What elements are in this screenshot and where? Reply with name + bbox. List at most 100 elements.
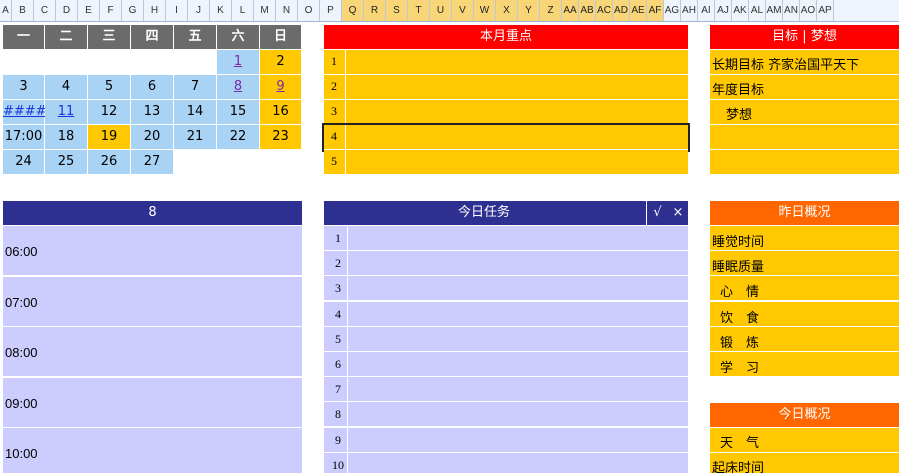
column-header-d[interactable]: D <box>56 0 78 21</box>
column-header-q[interactable]: Q <box>342 0 364 21</box>
column-header-t[interactable]: T <box>408 0 430 21</box>
column-header-ag[interactable]: AG <box>664 0 681 21</box>
calendar-day[interactable]: #### <box>3 100 47 125</box>
column-header-ao[interactable]: AO <box>800 0 817 21</box>
column-header-ap[interactable]: AP <box>817 0 834 21</box>
calendar-day[interactable]: 8 <box>217 75 260 100</box>
calendar-day[interactable]: 6 <box>131 75 174 100</box>
calendar-day[interactable] <box>3 50 45 75</box>
calendar-day[interactable]: 17:00 <box>3 125 45 150</box>
month-focus-row[interactable]: 5 <box>324 150 688 175</box>
column-header-ad[interactable]: AD <box>613 0 630 21</box>
column-header-an[interactable]: AN <box>783 0 800 21</box>
column-header-ae[interactable]: AE <box>630 0 647 21</box>
calendar-day[interactable]: 3 <box>3 75 45 100</box>
column-header-i[interactable]: I <box>166 0 188 21</box>
calendar-day[interactable]: 1 <box>217 50 260 75</box>
calendar-day[interactable]: 26 <box>88 150 131 175</box>
calendar-day[interactable]: 7 <box>174 75 217 100</box>
column-header-c[interactable]: C <box>34 0 56 21</box>
column-header-l[interactable]: L <box>232 0 254 21</box>
calendar-day[interactable]: 11 <box>45 100 88 125</box>
column-header-g[interactable]: G <box>122 0 144 21</box>
calendar-day[interactable]: 24 <box>3 150 45 175</box>
today-overview-row[interactable]: 起床时间 <box>710 453 899 473</box>
column-header-m[interactable]: M <box>254 0 276 21</box>
calendar-day[interactable] <box>174 150 217 175</box>
month-focus-row[interactable]: 4 <box>322 123 690 152</box>
column-header-x[interactable]: X <box>496 0 518 21</box>
goal-row[interactable] <box>710 125 899 150</box>
task-row[interactable]: 9 <box>324 427 688 453</box>
calendar-day[interactable] <box>131 50 174 75</box>
yesterday-row[interactable]: 学 习 <box>710 352 899 377</box>
goal-row[interactable]: 年度目标 <box>710 75 899 100</box>
task-row[interactable]: 8 <box>324 402 688 428</box>
yesterday-row[interactable]: 睡眠质量 <box>710 251 899 277</box>
column-header-v[interactable]: V <box>452 0 474 21</box>
month-focus-row[interactable]: 3 <box>324 100 688 125</box>
column-header-s[interactable]: S <box>386 0 408 21</box>
column-header-z[interactable]: Z <box>540 0 562 21</box>
calendar-day[interactable]: 9 <box>260 75 302 100</box>
schedule-slot[interactable]: 09:00 <box>3 377 302 428</box>
calendar-day[interactable]: 21 <box>174 125 217 150</box>
task-row[interactable]: 10 <box>324 452 688 473</box>
column-header-b[interactable]: B <box>12 0 34 21</box>
column-header-r[interactable]: R <box>364 0 386 21</box>
calendar-day[interactable]: 13 <box>131 100 174 125</box>
schedule-slot[interactable]: 06:00 <box>3 226 302 276</box>
calendar-day[interactable]: 2 <box>260 50 302 75</box>
calendar-day[interactable] <box>174 50 217 75</box>
calendar-day[interactable]: 27 <box>131 150 174 175</box>
column-header-aj[interactable]: AJ <box>715 0 732 21</box>
column-header-ah[interactable]: AH <box>681 0 698 21</box>
calendar-day[interactable]: 25 <box>45 150 88 175</box>
calendar-day[interactable] <box>260 150 302 175</box>
column-header-k[interactable]: K <box>210 0 232 21</box>
calendar-day[interactable]: 19 <box>88 125 131 150</box>
schedule-slot[interactable]: 10:00 <box>3 428 302 473</box>
column-header-ak[interactable]: AK <box>732 0 749 21</box>
task-row[interactable]: 3 <box>324 276 688 302</box>
column-header-p[interactable]: P <box>320 0 342 21</box>
task-row[interactable]: 7 <box>324 377 688 403</box>
task-row[interactable]: 5 <box>324 326 688 352</box>
task-row[interactable]: 4 <box>324 301 688 327</box>
goal-row[interactable]: 长期目标 齐家治国平天下 <box>710 50 899 75</box>
calendar-day[interactable]: 4 <box>45 75 88 100</box>
calendar-day[interactable]: 18 <box>45 125 88 150</box>
today-overview-row[interactable]: 天 气 <box>710 428 899 453</box>
goal-row[interactable]: 梦想 <box>710 100 899 125</box>
calendar-day[interactable]: 22 <box>217 125 260 150</box>
yesterday-row[interactable]: 心 情 <box>710 276 899 302</box>
column-header-ac[interactable]: AC <box>596 0 613 21</box>
column-header-aa[interactable]: AA <box>562 0 579 21</box>
task-row[interactable]: 2 <box>324 251 688 277</box>
task-row[interactable]: 6 <box>324 352 688 377</box>
task-row[interactable]: 1 <box>324 226 688 251</box>
calendar-day[interactable]: 20 <box>131 125 174 150</box>
column-header-f[interactable]: F <box>100 0 122 21</box>
goal-row[interactable] <box>710 150 899 175</box>
column-header-u[interactable]: U <box>430 0 452 21</box>
calendar-day[interactable] <box>217 150 260 175</box>
column-header-j[interactable]: J <box>188 0 210 21</box>
calendar-day[interactable] <box>45 50 88 75</box>
calendar-day[interactable]: 12 <box>88 100 131 125</box>
calendar-day[interactable] <box>88 50 131 75</box>
calendar-day[interactable]: 23 <box>260 125 302 150</box>
yesterday-row[interactable]: 饮 食 <box>710 301 899 327</box>
close-icon[interactable]: × <box>668 201 688 225</box>
calendar-day[interactable]: 5 <box>88 75 131 100</box>
yesterday-row[interactable]: 睡觉时间 <box>710 226 899 251</box>
month-focus-row[interactable]: 2 <box>324 75 688 100</box>
month-focus-row[interactable]: 1 <box>324 50 688 75</box>
column-header-y[interactable]: Y <box>518 0 540 21</box>
yesterday-row[interactable]: 锻 炼 <box>710 326 899 352</box>
check-icon[interactable]: √ <box>646 201 668 225</box>
column-header-am[interactable]: AM <box>766 0 783 21</box>
schedule-slot[interactable]: 07:00 <box>3 276 302 327</box>
column-header-a[interactable]: A <box>0 0 12 21</box>
column-header-af[interactable]: AF <box>647 0 664 21</box>
